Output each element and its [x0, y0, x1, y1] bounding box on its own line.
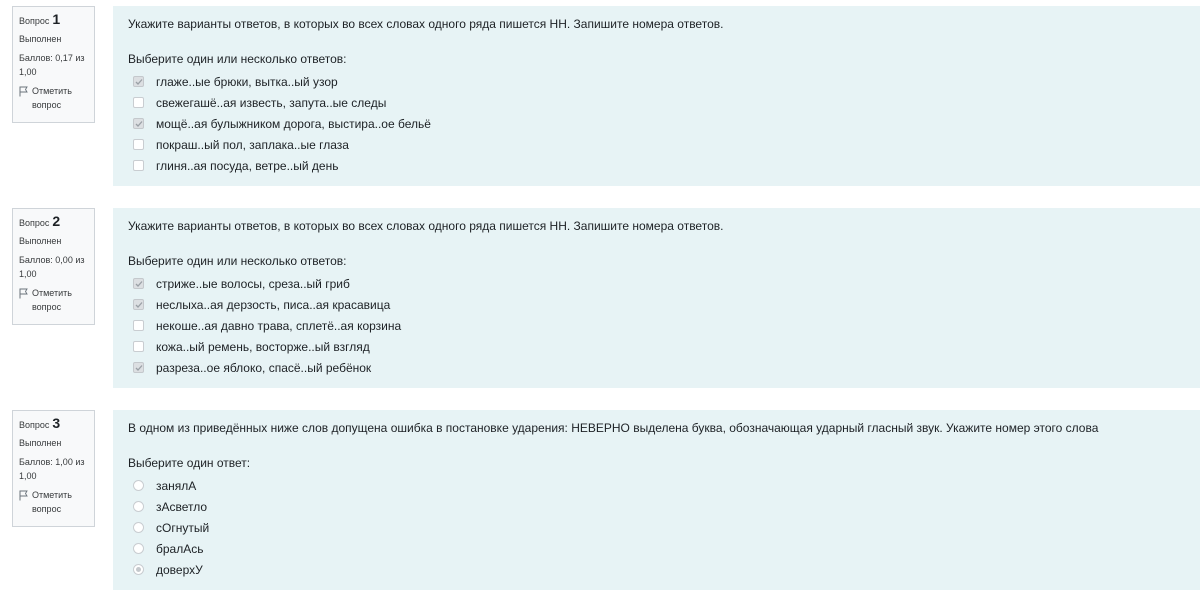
answer-prompt: Выберите один или несколько ответов: [128, 254, 347, 268]
answer-list: стриже..ые волосы, среза..ый гриб неслых… [128, 273, 1185, 378]
question-number-label: Вопрос [19, 420, 50, 430]
answer-option-label: разреза..ое яблоко, спасё..ый ребёнок [156, 360, 372, 375]
checkbox[interactable] [133, 278, 144, 289]
checkbox[interactable] [133, 97, 144, 108]
flag-label: Отметить вопрос [32, 86, 72, 111]
answer-option-label: стриже..ые волосы, среза..ый гриб [156, 276, 350, 291]
answer-option-label: зАсветло [156, 499, 208, 514]
answer-option[interactable]: разреза..ое яблоко, спасё..ый ребёнок [128, 357, 1185, 378]
question-number: 3 [52, 415, 61, 431]
answer-option-label: занялА [156, 478, 197, 493]
check-icon [135, 120, 142, 127]
checkbox[interactable] [133, 118, 144, 129]
question-grade: Баллов: 0,00 из 1,00 [19, 254, 85, 279]
answer-option-label: свежегашё..ая известь, запута..ые следы [156, 95, 387, 110]
flag-icon [19, 490, 28, 501]
question-number-row: Вопрос 1 [19, 11, 88, 28]
answer-option[interactable]: мощё..ая булыжником дорога, выстира..ое … [128, 113, 1185, 134]
answer-option[interactable]: сОгнутый [128, 517, 1185, 538]
answer-option[interactable]: занялА [128, 475, 1185, 496]
answer-prompt: Выберите один ответ: [128, 456, 251, 470]
question-text: Укажите варианты ответов, в которых во в… [128, 219, 724, 233]
answer-option-label: сОгнутый [156, 520, 210, 535]
checkbox[interactable] [133, 299, 144, 310]
question-state: Выполнен [19, 437, 62, 448]
answer-option[interactable]: глаже..ые брюки, вытка..ый узор [128, 71, 1185, 92]
answer-option[interactable]: бралАсь [128, 538, 1185, 559]
question-number: 2 [52, 213, 61, 229]
question-content-3: В одном из приведённых ниже слов допущен… [113, 410, 1200, 590]
flag-question-button[interactable]: Отметить вопрос [19, 287, 88, 315]
flag-icon [19, 86, 28, 97]
checkbox[interactable] [133, 320, 144, 331]
answer-option-label: глаже..ые брюки, вытка..ый узор [156, 74, 338, 89]
checkbox[interactable] [133, 160, 144, 171]
check-icon [135, 301, 142, 308]
flag-label: Отметить вопрос [32, 490, 72, 515]
radio-button[interactable] [133, 501, 144, 512]
answer-option-label: бралАсь [156, 541, 204, 556]
question-state: Выполнен [19, 33, 62, 44]
flag-question-button[interactable]: Отметить вопрос [19, 489, 88, 517]
answer-option-label: некоше..ая давно трава, сплетё..ая корзи… [156, 318, 402, 333]
question-number-row: Вопрос 3 [19, 415, 88, 432]
answer-option-label: мощё..ая булыжником дорога, выстира..ое … [156, 116, 431, 131]
checkbox[interactable] [133, 341, 144, 352]
checkbox[interactable] [133, 76, 144, 87]
answer-option-label: покраш..ый пол, заплака..ые глаза [156, 137, 349, 152]
radio-button[interactable] [133, 543, 144, 554]
answer-option-label: глиня..ая посуда, ветре..ый день [156, 158, 339, 173]
answer-option[interactable]: неслыха..ая дерзость, писа..ая красавица [128, 294, 1185, 315]
check-icon [135, 364, 142, 371]
answer-option-label: кожа..ый ремень, восторже..ый взгляд [156, 339, 370, 354]
answer-option[interactable]: свежегашё..ая известь, запута..ые следы [128, 92, 1185, 113]
question-number: 1 [52, 11, 61, 27]
answer-option[interactable]: зАсветло [128, 496, 1185, 517]
question-number-row: Вопрос 2 [19, 213, 88, 230]
question-grade: Баллов: 0,17 из 1,00 [19, 52, 85, 77]
check-icon [135, 78, 142, 85]
checkbox[interactable] [133, 362, 144, 373]
question-info-1: Вопрос 1 Выполнен Баллов: 0,17 из 1,00 О… [12, 6, 95, 123]
radio-dot [136, 567, 141, 572]
radio-button[interactable] [133, 522, 144, 533]
radio-button[interactable] [133, 480, 144, 491]
radio-button[interactable] [133, 564, 144, 575]
flag-label: Отметить вопрос [32, 288, 72, 313]
answer-option[interactable]: стриже..ые волосы, среза..ый гриб [128, 273, 1185, 294]
checkbox[interactable] [133, 139, 144, 150]
question-info-3: Вопрос 3 Выполнен Баллов: 1,00 из 1,00 О… [12, 410, 95, 527]
question-state: Выполнен [19, 235, 62, 246]
answer-prompt: Выберите один или несколько ответов: [128, 52, 347, 66]
answer-option-label: доверхУ [156, 562, 203, 577]
question-text: Укажите варианты ответов, в которых во в… [128, 17, 724, 31]
answer-option[interactable]: некоше..ая давно трава, сплетё..ая корзи… [128, 315, 1185, 336]
check-icon [135, 280, 142, 287]
flag-icon [19, 288, 28, 299]
answer-option[interactable]: покраш..ый пол, заплака..ые глаза [128, 134, 1185, 155]
answer-option[interactable]: кожа..ый ремень, восторже..ый взгляд [128, 336, 1185, 357]
answer-option[interactable]: доверхУ [128, 559, 1185, 580]
flag-question-button[interactable]: Отметить вопрос [19, 85, 88, 113]
question-content-2: Укажите варианты ответов, в которых во в… [113, 208, 1200, 388]
question-number-label: Вопрос [19, 218, 50, 228]
answer-list: глаже..ые брюки, вытка..ый узор свежегаш… [128, 71, 1185, 176]
question-info-2: Вопрос 2 Выполнен Баллов: 0,00 из 1,00 О… [12, 208, 95, 325]
answer-option[interactable]: глиня..ая посуда, ветре..ый день [128, 155, 1185, 176]
question-text: В одном из приведённых ниже слов допущен… [128, 421, 1099, 435]
question-content-1: Укажите варианты ответов, в которых во в… [113, 6, 1200, 186]
question-grade: Баллов: 1,00 из 1,00 [19, 456, 85, 481]
answer-option-label: неслыха..ая дерзость, писа..ая красавица [156, 297, 391, 312]
answer-list: занялА зАсветло сОгнутый бралАсь доверхУ [128, 475, 1185, 580]
question-number-label: Вопрос [19, 16, 50, 26]
